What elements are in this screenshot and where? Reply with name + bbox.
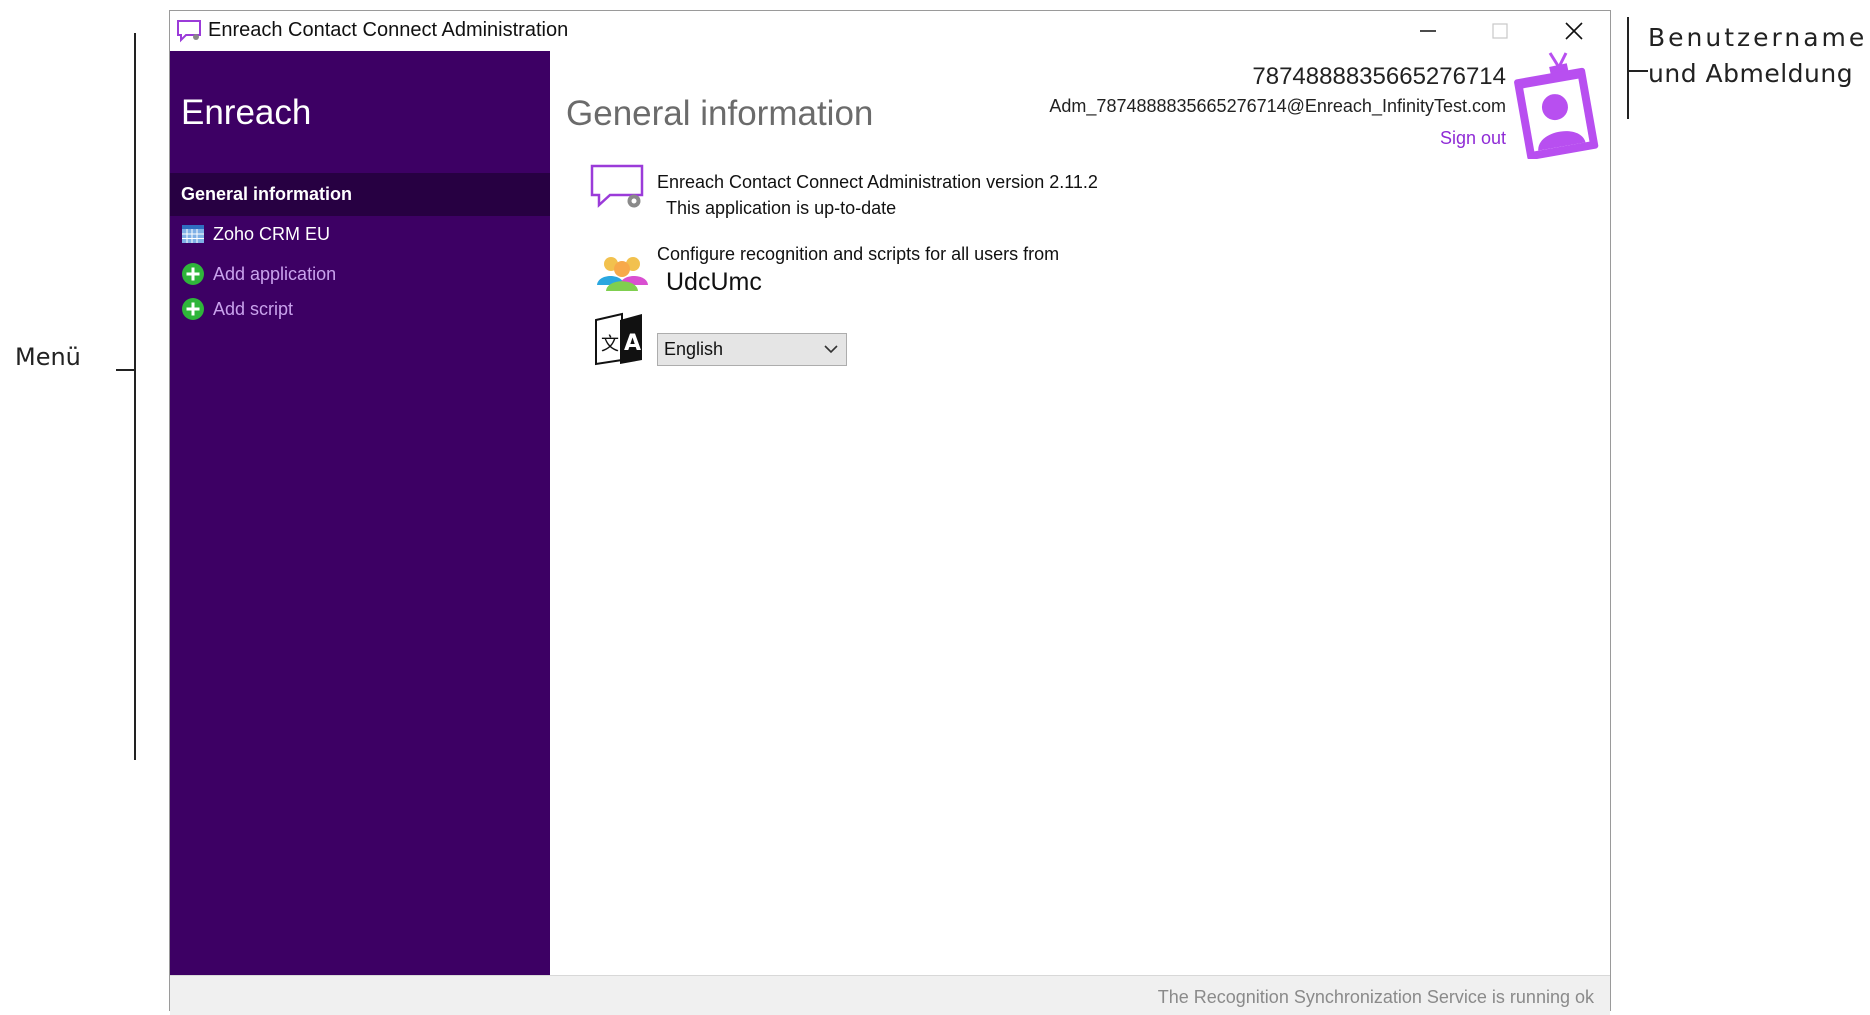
table-icon: [182, 225, 204, 243]
svg-text:A: A: [624, 331, 641, 356]
user-annotation-tick: [1627, 70, 1648, 72]
sidebar-item-zoho-crm[interactable]: Zoho CRM EU: [181, 219, 330, 249]
add-script-button[interactable]: Add script: [181, 294, 293, 324]
sign-out-link[interactable]: Sign out: [1440, 125, 1506, 151]
minimize-icon: [1420, 30, 1436, 32]
add-application-button[interactable]: Add application: [181, 259, 336, 289]
menu-annotation-vertical-line: [134, 33, 136, 760]
user-email: Adm_7874888835665276714@Enreach_Infinity…: [1049, 96, 1506, 116]
menu-annotation: Menü: [15, 343, 81, 371]
menu-annotation-tick: [116, 369, 134, 371]
sidebar-item-label: Add application: [213, 263, 337, 284]
maximize-button[interactable]: [1464, 11, 1536, 51]
configure-info: Configure recognition and scripts for al…: [657, 244, 1060, 264]
sidebar: Enreach General information Zoho CRM EU …: [170, 51, 550, 975]
user-annotation-line2: und Abmeldung: [1648, 59, 1854, 88]
main-content: General information 7874888835665276714 …: [550, 51, 1610, 975]
user-annotation-vertical-line: [1627, 17, 1629, 119]
svg-text:文: 文: [601, 334, 619, 355]
chat-icon: [177, 20, 201, 43]
sidebar-item-general-information[interactable]: General information: [170, 173, 550, 216]
user-info: 7874888835665276714 Adm_7874888835665276…: [1049, 63, 1506, 151]
title-bar: Enreach Contact Connect Administration: [170, 11, 1610, 51]
user-annotation-line1: Benutzername: [1648, 23, 1868, 52]
user-badge-icon: [1514, 52, 1599, 159]
close-icon: [1565, 22, 1583, 40]
update-status: This application is up-to-date: [666, 198, 897, 218]
user-id: 7874888835665276714: [1252, 63, 1506, 90]
chat-settings-icon: [590, 164, 644, 208]
minimize-button[interactable]: [1392, 11, 1464, 51]
version-info: Enreach Contact Connect Administration v…: [657, 172, 1098, 192]
language-select[interactable]: English: [657, 333, 847, 366]
page-title: General information: [566, 94, 874, 133]
app-window: Enreach Contact Connect Administration E…: [169, 10, 1611, 1015]
user-annotation: Benutzername und Abmeldung: [1648, 20, 1867, 92]
window-title: Enreach Contact Connect Administration: [208, 19, 569, 41]
plus-circle-icon: [182, 298, 204, 320]
chevron-down-icon: [824, 345, 838, 354]
close-button[interactable]: [1538, 11, 1610, 51]
plus-circle-icon: [182, 263, 204, 285]
language-icon: 文 A: [595, 312, 642, 366]
users-group-icon: [597, 257, 648, 291]
sidebar-item-label: Add script: [213, 298, 294, 319]
sidebar-item-label: Zoho CRM EU: [213, 223, 331, 244]
language-select-value: English: [664, 339, 724, 359]
configuration-source: UdcUmc: [666, 268, 762, 296]
maximize-icon: [1492, 23, 1508, 39]
status-bar: The Recognition Synchronization Service …: [170, 975, 1610, 1015]
brand-name: Enreach: [181, 93, 312, 132]
